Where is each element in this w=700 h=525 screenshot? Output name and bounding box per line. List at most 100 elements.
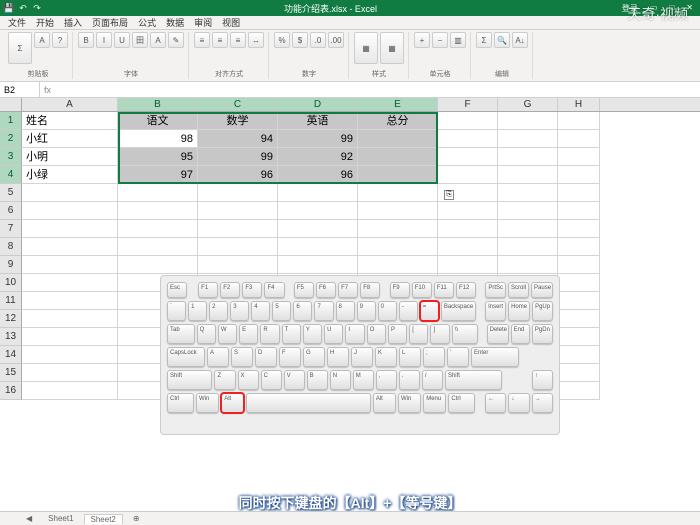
cell[interactable]: 96 <box>198 166 278 184</box>
sheet-nav[interactable]: ◀ <box>20 514 38 523</box>
cell[interactable] <box>22 220 118 238</box>
cell[interactable] <box>438 130 498 148</box>
cell[interactable] <box>22 346 118 364</box>
cell[interactable] <box>558 364 600 382</box>
cell[interactable] <box>558 130 600 148</box>
cell[interactable] <box>498 166 558 184</box>
tab-view[interactable]: 视图 <box>222 16 240 29</box>
cell[interactable] <box>558 148 600 166</box>
tab-home[interactable]: 开始 <box>36 16 54 29</box>
cell[interactable] <box>438 238 498 256</box>
cell[interactable] <box>198 220 278 238</box>
cell[interactable] <box>198 202 278 220</box>
cell[interactable] <box>278 256 358 274</box>
ribbon-btn[interactable]: ▦ <box>354 32 378 64</box>
cell[interactable]: 95 <box>118 148 198 166</box>
cell[interactable] <box>498 148 558 166</box>
sheet-tab-active[interactable]: Sheet2 <box>84 514 123 524</box>
cell[interactable] <box>118 202 198 220</box>
sheet-tab[interactable]: Sheet1 <box>42 514 79 523</box>
ribbon-btn[interactable]: U <box>114 32 130 48</box>
smart-tag[interactable]: ⎘ <box>444 190 454 200</box>
row-header[interactable]: 12 <box>0 310 22 328</box>
row-header[interactable]: 7 <box>0 220 22 238</box>
row-header[interactable]: 8 <box>0 238 22 256</box>
cell[interactable] <box>22 310 118 328</box>
tab-insert[interactable]: 插入 <box>64 16 82 29</box>
cell[interactable] <box>278 220 358 238</box>
redo-icon[interactable]: ↷ <box>32 3 42 13</box>
ribbon-btn[interactable]: I <box>96 32 112 48</box>
col-header[interactable]: A <box>22 98 118 111</box>
ribbon-btn[interactable]: ? <box>52 32 68 48</box>
cell[interactable] <box>118 256 198 274</box>
ribbon-btn[interactable]: A <box>150 32 166 48</box>
cell[interactable] <box>438 220 498 238</box>
tab-review[interactable]: 审阅 <box>194 16 212 29</box>
cell[interactable] <box>498 238 558 256</box>
cell[interactable] <box>558 382 600 400</box>
cell[interactable]: 数学 <box>198 112 278 130</box>
ribbon-btn[interactable]: % <box>274 32 290 48</box>
cell[interactable]: 小明 <box>22 148 118 166</box>
ribbon-btn[interactable]: ✎ <box>168 32 184 48</box>
cell[interactable] <box>558 292 600 310</box>
cell[interactable] <box>278 184 358 202</box>
col-header[interactable]: B <box>118 98 198 111</box>
cell[interactable] <box>198 256 278 274</box>
ribbon-btn[interactable]: ≡ <box>194 32 210 48</box>
cell[interactable]: 姓名 <box>22 112 118 130</box>
cell[interactable] <box>22 274 118 292</box>
col-header[interactable]: E <box>358 98 438 111</box>
row-header[interactable]: 3 <box>0 148 22 166</box>
ribbon-btn[interactable]: Σ <box>476 32 492 48</box>
cell[interactable] <box>558 346 600 364</box>
cell[interactable] <box>22 292 118 310</box>
tab-file[interactable]: 文件 <box>8 16 26 29</box>
ribbon-btn[interactable]: A <box>34 32 50 48</box>
cell[interactable] <box>358 184 438 202</box>
ribbon-btn[interactable]: B <box>78 32 94 48</box>
cell[interactable] <box>358 220 438 238</box>
cell[interactable] <box>498 220 558 238</box>
row-header[interactable]: 13 <box>0 328 22 346</box>
col-header[interactable]: C <box>198 98 278 111</box>
col-header[interactable]: D <box>278 98 358 111</box>
cell[interactable]: 97 <box>118 166 198 184</box>
cell[interactable] <box>358 238 438 256</box>
cell[interactable] <box>438 148 498 166</box>
cell[interactable]: 94 <box>198 130 278 148</box>
cell[interactable]: 92 <box>278 148 358 166</box>
cell[interactable] <box>22 364 118 382</box>
cell[interactable]: 英语 <box>278 112 358 130</box>
cell[interactable] <box>198 184 278 202</box>
ribbon-btn[interactable]: .0 <box>310 32 326 48</box>
cell[interactable] <box>118 184 198 202</box>
cell[interactable] <box>22 202 118 220</box>
cell[interactable] <box>278 202 358 220</box>
sum-button[interactable]: Σ <box>8 32 32 64</box>
cell[interactable] <box>438 202 498 220</box>
cell[interactable]: 小绿 <box>22 166 118 184</box>
ribbon-btn[interactable]: $ <box>292 32 308 48</box>
cell[interactable] <box>498 130 558 148</box>
cell[interactable] <box>558 202 600 220</box>
row-header[interactable]: 6 <box>0 202 22 220</box>
cell[interactable] <box>498 184 558 202</box>
save-icon[interactable]: 💾 <box>4 3 14 13</box>
cell[interactable]: 99 <box>198 148 278 166</box>
cell[interactable] <box>558 184 600 202</box>
fx-icon[interactable]: fx <box>40 85 55 95</box>
row-header[interactable]: 4 <box>0 166 22 184</box>
cell[interactable]: 小红 <box>22 130 118 148</box>
ribbon-btn[interactable]: A↓ <box>512 32 528 48</box>
cell[interactable] <box>558 256 600 274</box>
row-header[interactable]: 1 <box>0 112 22 130</box>
cell[interactable] <box>278 238 358 256</box>
row-header[interactable]: 15 <box>0 364 22 382</box>
cell[interactable] <box>498 256 558 274</box>
cell[interactable] <box>118 220 198 238</box>
cell[interactable] <box>558 238 600 256</box>
cell[interactable] <box>22 328 118 346</box>
cell[interactable] <box>358 256 438 274</box>
